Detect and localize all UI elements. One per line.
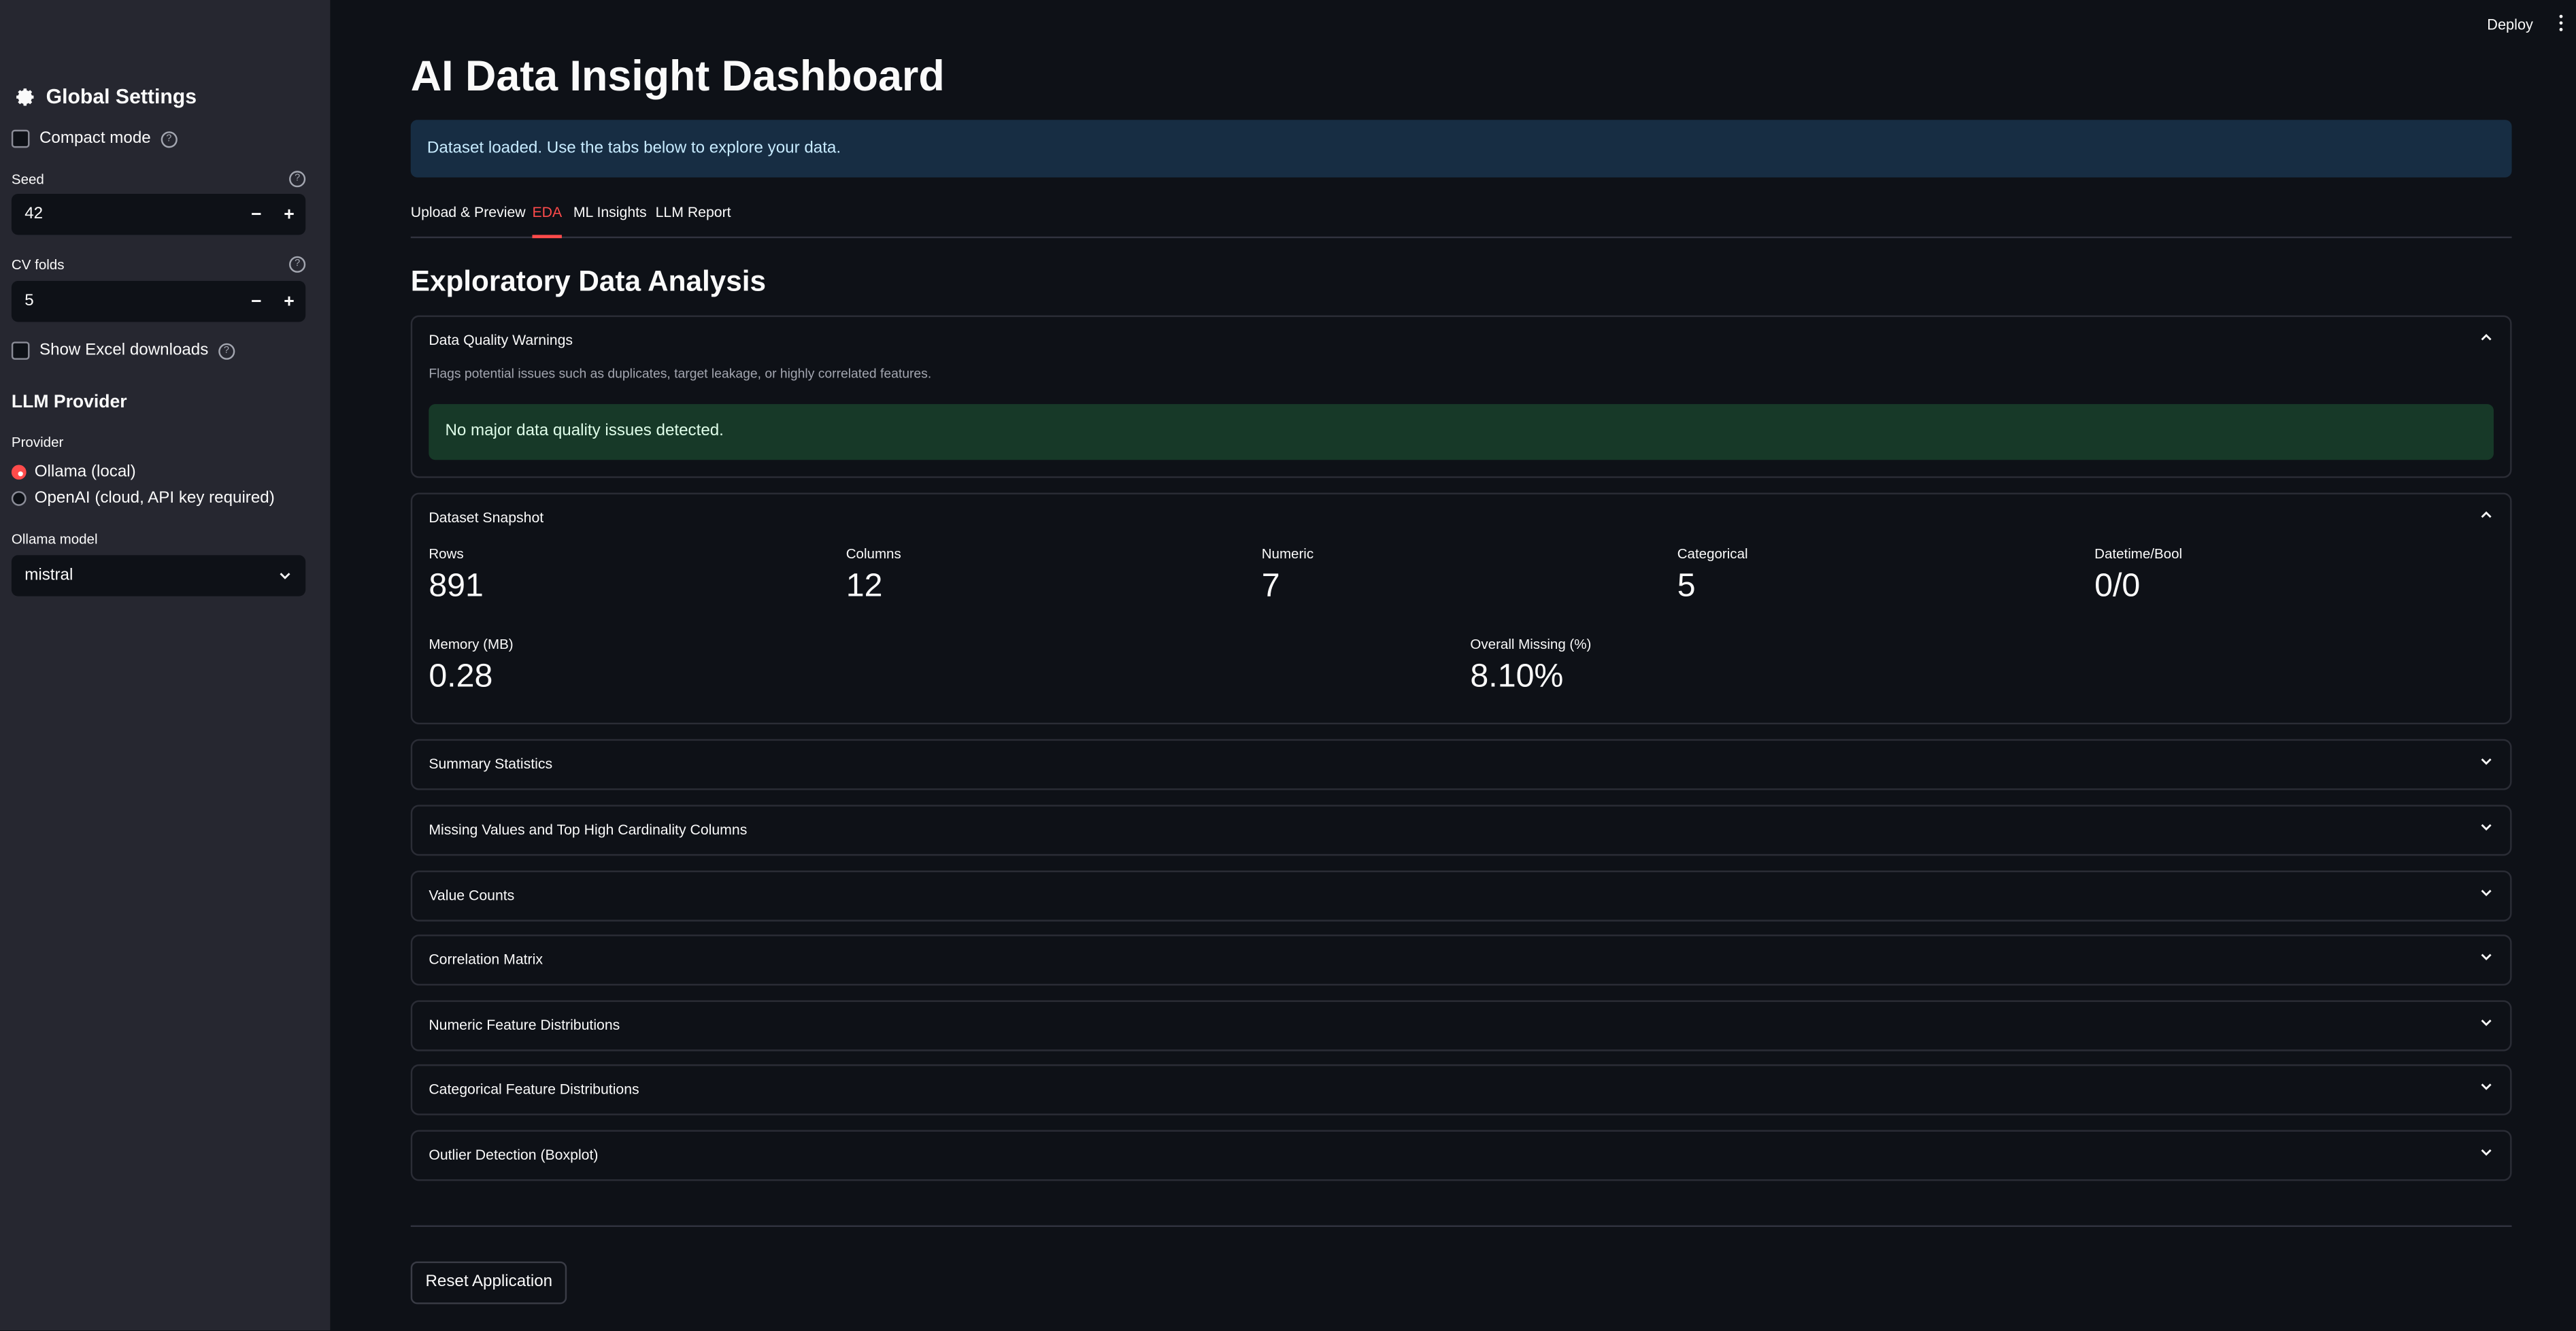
seed-value[interactable]: 42 [12, 205, 240, 224]
expander-header[interactable]: Data Quality Warnings [429, 332, 573, 348]
expander-header[interactable]: Outlier Detection (Boxplot) [429, 1147, 598, 1163]
cv-folds-decrement-button[interactable]: − [240, 292, 273, 311]
tab-bar: Upload & Preview EDA ML Insights LLM Rep… [410, 203, 2512, 239]
cv-folds-value[interactable]: 5 [12, 292, 240, 311]
seed-help-icon[interactable]: ? [289, 171, 306, 188]
metric-rows: Rows 891 [429, 545, 484, 606]
radio-option-openai[interactable]: OpenAI (cloud, API key required) [11, 489, 275, 508]
metric-overall-missing: Overall Missing (%) 8.10% [1470, 636, 1591, 696]
expander-header[interactable]: Numeric Feature Distributions [429, 1017, 620, 1033]
excel-downloads-label: Show Excel downloads [39, 341, 209, 360]
compact-mode-label: Compact mode [39, 129, 151, 148]
expander-header[interactable]: Value Counts [429, 887, 514, 903]
excel-downloads-checkbox[interactable]: Show Excel downloads ? [11, 341, 235, 360]
metric-columns: Columns 12 [846, 545, 901, 606]
info-alert: Dataset loaded. Use the tabs below to ex… [410, 120, 2512, 178]
metric-label: Overall Missing (%) [1470, 635, 1592, 652]
help-icon[interactable]: ? [161, 130, 178, 148]
ollama-model-label: Ollama model [11, 530, 98, 547]
metric-value: 0.28 [429, 658, 493, 695]
expander-numeric-distributions[interactable]: Numeric Feature Distributions [410, 1000, 2512, 1051]
metric-label: Rows [429, 545, 464, 562]
expander-header[interactable]: Dataset Snapshot [429, 509, 543, 526]
chevron-up-icon[interactable] [2479, 330, 2494, 345]
chevron-down-icon[interactable] [2479, 1015, 2494, 1030]
chevron-down-icon[interactable] [2479, 820, 2494, 835]
radio-selected-icon[interactable] [11, 465, 27, 480]
compact-mode-checkbox[interactable]: Compact mode ? [11, 129, 178, 148]
chevron-down-icon[interactable] [2479, 1145, 2494, 1160]
expander-value-counts[interactable]: Value Counts [410, 870, 2512, 922]
cv-folds-number-input[interactable]: 5 − + [11, 280, 306, 322]
metric-label: Columns [846, 545, 901, 562]
metric-label: Datetime/Bool [2094, 545, 2183, 562]
expander-summary-statistics[interactable]: Summary Statistics [410, 739, 2512, 790]
chevron-down-icon[interactable] [2479, 754, 2494, 769]
dataset-snapshot-expander: Dataset Snapshot Rows 891 Columns 12 Num… [410, 492, 2512, 725]
radio-label-ollama: Ollama (local) [34, 463, 136, 482]
expander-missing-values[interactable]: Missing Values and Top High Cardinality … [410, 805, 2512, 856]
section-heading: Exploratory Data Analysis [410, 264, 766, 298]
tab-upload-preview[interactable]: Upload & Preview [411, 203, 526, 235]
global-settings-label: Global Settings [46, 85, 197, 109]
tab-eda[interactable]: EDA [532, 203, 563, 239]
help-icon[interactable]: ? [218, 342, 235, 359]
chevron-up-icon[interactable] [2479, 507, 2494, 522]
compact-mode-box[interactable] [11, 129, 30, 148]
metric-value: 12 [846, 568, 883, 605]
seed-label: Seed [11, 171, 44, 188]
metric-value: 0/0 [2094, 568, 2141, 605]
chevron-down-icon[interactable] [2479, 949, 2494, 964]
tab-llm-report[interactable]: LLM Report [656, 203, 731, 235]
excel-downloads-box[interactable] [11, 341, 30, 360]
metric-categorical: Categorical 5 [1677, 545, 1748, 606]
radio-option-ollama[interactable]: Ollama (local) [11, 463, 136, 482]
seed-increment-button[interactable]: + [273, 205, 305, 224]
metric-label: Numeric [1261, 545, 1314, 562]
seed-number-input[interactable]: 42 − + [11, 193, 306, 235]
reset-application-button[interactable]: Reset Application [410, 1261, 567, 1304]
chevron-down-icon[interactable] [2479, 1079, 2494, 1094]
metric-numeric: Numeric 7 [1262, 545, 1314, 606]
ollama-model-select[interactable]: mistral [11, 555, 306, 596]
expander-categorical-distributions[interactable]: Categorical Feature Distributions [410, 1064, 2512, 1115]
metric-value: 8.10% [1470, 658, 1564, 695]
metric-datetime-bool: Datetime/Bool 0/0 [2094, 545, 2182, 606]
tab-ml-insights[interactable]: ML Insights [573, 203, 647, 235]
page-title: AI Data Insight Dashboard [410, 50, 945, 101]
more-menu-icon[interactable] [2559, 14, 2566, 35]
deploy-button[interactable]: Deploy [2487, 16, 2533, 33]
expander-header[interactable]: Correlation Matrix [429, 951, 543, 967]
global-settings-heading: Global Settings [13, 85, 197, 109]
provider-label: Provider [11, 433, 64, 450]
cv-folds-increment-button[interactable]: + [273, 292, 305, 311]
expander-outlier-detection[interactable]: Outlier Detection (Boxplot) [410, 1130, 2512, 1181]
divider [410, 1225, 2512, 1228]
expander-header[interactable]: Missing Values and Top High Cardinality … [429, 822, 747, 838]
radio-label-openai: OpenAI (cloud, API key required) [34, 489, 275, 508]
metric-label: Memory (MB) [429, 635, 514, 652]
seed-decrement-button[interactable]: − [240, 205, 273, 224]
metric-label: Categorical [1677, 545, 1748, 562]
chevron-down-icon[interactable] [2479, 886, 2494, 900]
data-quality-expander: Data Quality Warnings Flags potential is… [410, 315, 2512, 478]
radio-unselected-icon[interactable] [11, 491, 27, 506]
main-content: AI Data Insight Dashboard Dataset loaded… [330, 0, 2575, 1330]
success-alert: No major data quality issues detected. [429, 404, 2494, 460]
expander-correlation-matrix[interactable]: Correlation Matrix [410, 934, 2512, 985]
metric-value: 7 [1261, 568, 1280, 605]
sidebar: Global Settings Compact mode ? Seed ? 42… [0, 0, 331, 1331]
chevron-down-icon [280, 573, 290, 579]
expander-header[interactable]: Categorical Feature Distributions [429, 1081, 639, 1097]
expander-header[interactable]: Summary Statistics [429, 756, 552, 772]
cv-folds-help-icon[interactable]: ? [289, 256, 306, 273]
ollama-model-value: mistral [24, 567, 73, 585]
metric-value: 891 [429, 568, 484, 605]
metric-memory: Memory (MB) 0.28 [429, 636, 513, 696]
metric-value: 5 [1677, 568, 1696, 605]
cv-folds-label: CV folds [11, 256, 65, 273]
llm-provider-heading: LLM Provider [11, 392, 127, 413]
quality-caption: Flags potential issues such as duplicate… [429, 366, 932, 382]
gear-icon [16, 88, 34, 106]
